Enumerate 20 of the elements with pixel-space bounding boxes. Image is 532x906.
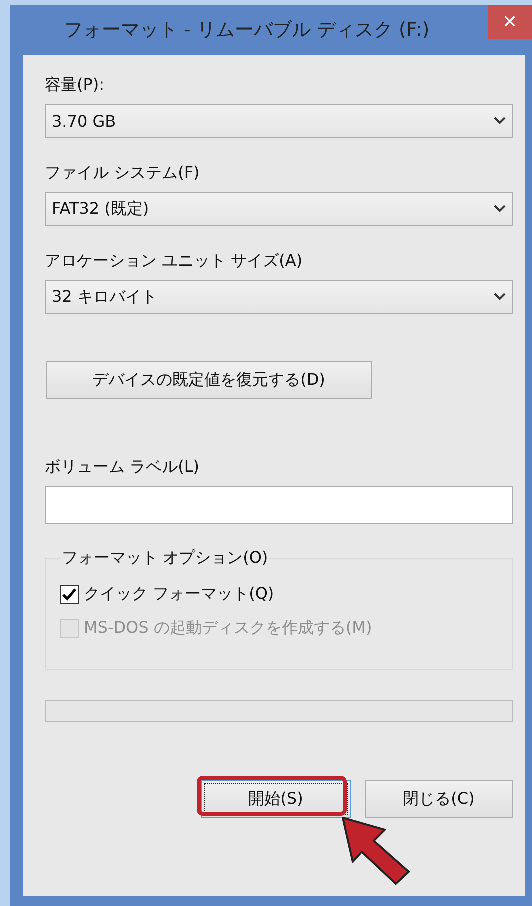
dropdown[interactable]: 32 キロバイト [45, 280, 513, 314]
chevron-down-icon [494, 205, 506, 213]
chevron-down-icon [494, 293, 506, 301]
dialog-button[interactable]: デバイスの既定値を復元する(D) [46, 361, 372, 399]
checkbox-label: クイック フォーマット(Q) [84, 584, 274, 604]
window-title: フォーマット - リムーバブル ディスク (F:) [64, 18, 430, 43]
pointer-arrow-icon [342, 817, 410, 885]
checkbox[interactable] [60, 584, 79, 604]
checkbox-label: MS-DOS の起動ディスクを作成する(M) [84, 618, 372, 638]
dialog-button[interactable]: 閉じる(C) [365, 780, 513, 818]
dropdown[interactable]: FAT32 (既定) [45, 192, 513, 226]
chevron-down-icon [494, 117, 506, 125]
field-label: 容量(P): [45, 75, 105, 96]
field-label: アロケーション ユニット サイズ(A) [45, 251, 303, 272]
volume-label-field[interactable] [45, 486, 513, 524]
dropdown[interactable]: 3.70 GB [45, 104, 513, 138]
field-label: ファイル システム(F) [45, 163, 200, 184]
group-title: フォーマット オプション(O) [61, 548, 270, 569]
close-button[interactable]: ✕ [488, 5, 532, 39]
field-label: ボリューム ラベル(L) [45, 457, 200, 478]
